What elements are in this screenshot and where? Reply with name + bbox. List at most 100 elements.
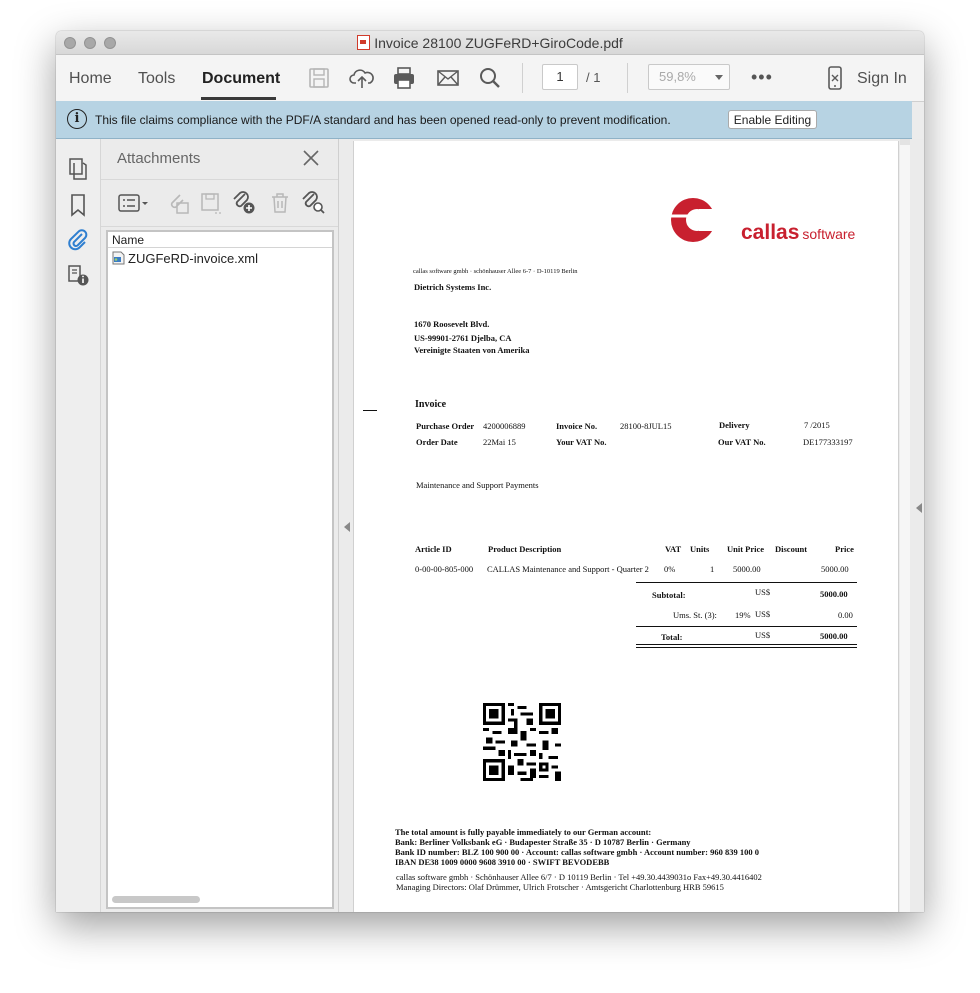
- print-icon[interactable]: [391, 65, 417, 91]
- navigation-rail: [56, 139, 101, 912]
- fold-mark: [363, 410, 377, 411]
- our-vat-value: DE177333197: [803, 437, 853, 447]
- expand-right-panel-handle[interactable]: [916, 503, 922, 513]
- payment-line-4: IBAN DE38 1009 0000 9608 3910 00 · SWIFT…: [395, 857, 610, 867]
- tax-label: Ums. St. (3):: [673, 610, 717, 620]
- upload-icon[interactable]: [349, 65, 375, 91]
- recipient-name: Dietrich Systems Inc.: [414, 282, 492, 292]
- email-icon[interactable]: [435, 65, 461, 91]
- add-attachment-icon[interactable]: [231, 190, 257, 216]
- delete-attachment-icon[interactable]: [267, 190, 293, 216]
- main-toolbar: Home Tools Document 1 / 1 59,8% ••• Sign…: [56, 55, 924, 102]
- acrobat-window: Invoice 28100 ZUGFeRD+GiroCode.pdf Home …: [56, 31, 924, 912]
- row-description: CALLAS Maintenance and Support - Quarter…: [487, 564, 649, 574]
- tab-document[interactable]: Document: [202, 70, 280, 88]
- toolbar-separator: [627, 63, 628, 93]
- xml-file-icon: [112, 251, 125, 265]
- row-article-id: 0-00-00-805-000: [415, 564, 474, 574]
- subtotal-rule: [636, 582, 857, 583]
- invoice-subject: Maintenance and Support Payments: [416, 480, 539, 490]
- payment-line-2: Bank: Berliner Volksbank eG · Budapester…: [395, 837, 691, 847]
- col-units: Units: [690, 544, 710, 554]
- double-rule-1: [636, 644, 857, 645]
- payment-line-1: The total amount is fully payable immedi…: [395, 827, 652, 837]
- document-properties-icon[interactable]: [66, 263, 90, 287]
- your-vat-label: Your VAT No.: [556, 437, 607, 447]
- subtotal-label: Subtotal:: [652, 590, 686, 600]
- active-tab-indicator: [201, 97, 276, 100]
- search-icon[interactable]: [477, 65, 503, 91]
- page-thumbnails-icon[interactable]: [66, 157, 90, 181]
- tax-currency: US$: [755, 609, 771, 619]
- page-number-input[interactable]: 1: [542, 64, 578, 90]
- double-rule-2: [636, 647, 857, 648]
- more-tools-button[interactable]: •••: [751, 67, 773, 88]
- vertical-scrollbar[interactable]: [900, 139, 910, 912]
- total-value: 5000.00: [820, 631, 848, 641]
- info-message: This file claims compliance with the PDF…: [95, 113, 671, 127]
- close-icon[interactable]: [302, 149, 320, 167]
- attachments-panel: Attachments Name ZUGFeRD-invoice.xml: [101, 139, 339, 912]
- column-header-name[interactable]: Name: [108, 232, 332, 248]
- tax-rate: 19%: [735, 610, 751, 620]
- attachments-title: Attachments: [117, 150, 201, 167]
- zoom-value: 59,8%: [659, 69, 696, 84]
- tab-tools[interactable]: Tools: [138, 70, 175, 88]
- collapse-panel-handle[interactable]: [344, 522, 350, 532]
- row-vat: 0%: [664, 564, 676, 574]
- col-price: Price: [835, 544, 854, 554]
- payment-line-3: Bank ID number: BLZ 100 900 00 · Account…: [395, 847, 759, 857]
- recipient-street: 1670 Roosevelt Blvd.: [414, 319, 490, 329]
- pdf-page: callas software callas software gmbh · sc…: [353, 141, 899, 912]
- horizontal-scrollbar[interactable]: [112, 896, 200, 903]
- delivery-label: Delivery: [719, 420, 750, 430]
- total-currency: US$: [755, 630, 771, 640]
- save-attachment-icon[interactable]: [198, 190, 224, 216]
- attachment-filename: ZUGFeRD-invoice.xml: [128, 251, 259, 266]
- logo-text: callas software: [741, 221, 855, 245]
- po-label: Purchase Order: [416, 421, 475, 431]
- scrollbar-thumb[interactable]: [900, 139, 910, 145]
- enable-editing-button[interactable]: Enable Editing: [728, 110, 817, 129]
- attachment-paperclip-icon[interactable]: [66, 228, 90, 252]
- pdfa-info-bar: i This file claims compliance with the P…: [56, 101, 912, 139]
- invoice-title: Invoice: [415, 399, 447, 410]
- open-attachment-icon[interactable]: [165, 190, 191, 216]
- page-total: / 1: [586, 70, 601, 85]
- logo-brand: callas: [741, 221, 800, 244]
- subtotal-currency: US$: [755, 587, 771, 597]
- recipient-country: Vereinigte Staaten von Amerika: [414, 345, 530, 355]
- toolbar-separator: [522, 63, 523, 93]
- pdf-file-icon: [357, 35, 371, 50]
- sender-line: callas software gmbh · schönhauser Allee…: [413, 268, 578, 275]
- list-item[interactable]: ZUGFeRD-invoice.xml: [112, 251, 258, 267]
- window-title: Invoice 28100 ZUGFeRD+GiroCode.pdf: [56, 35, 924, 51]
- po-value: 4200006889: [483, 421, 526, 431]
- chevron-down-icon: [715, 75, 723, 80]
- row-price: 5000.00: [821, 564, 849, 574]
- our-vat-label: Our VAT No.: [718, 437, 766, 447]
- footer-line-1: callas software gmbh · Schönhauser Allee…: [396, 872, 762, 882]
- options-menu-icon[interactable]: [116, 190, 150, 216]
- delivery-value: 7 /2015: [804, 420, 830, 430]
- recipient-city: US-99901-2761 Djelba, CA: [414, 333, 512, 343]
- col-article-id: Article ID: [415, 544, 452, 554]
- col-discount: Discount: [775, 544, 808, 554]
- zoom-select[interactable]: 59,8%: [648, 64, 730, 90]
- mobile-icon[interactable]: [822, 65, 848, 91]
- invoice-no-value: 28100-8JUL15: [620, 421, 672, 431]
- search-attachment-icon[interactable]: [300, 190, 326, 216]
- col-vat: VAT: [665, 544, 682, 554]
- total-rule: [636, 626, 857, 627]
- bookmark-icon[interactable]: [66, 193, 90, 217]
- row-unit-price: 5000.00: [733, 564, 761, 574]
- tax-value: 0.00: [838, 610, 853, 620]
- info-icon: i: [67, 109, 87, 129]
- sign-in-button[interactable]: Sign In: [857, 70, 907, 88]
- col-description: Product Description: [488, 544, 562, 554]
- save-icon[interactable]: [306, 65, 332, 91]
- girocode-qr-code: [483, 703, 561, 781]
- order-date-label: Order Date: [416, 437, 458, 447]
- document-viewer: callas software callas software gmbh · sc…: [339, 139, 924, 912]
- tab-home[interactable]: Home: [69, 70, 112, 88]
